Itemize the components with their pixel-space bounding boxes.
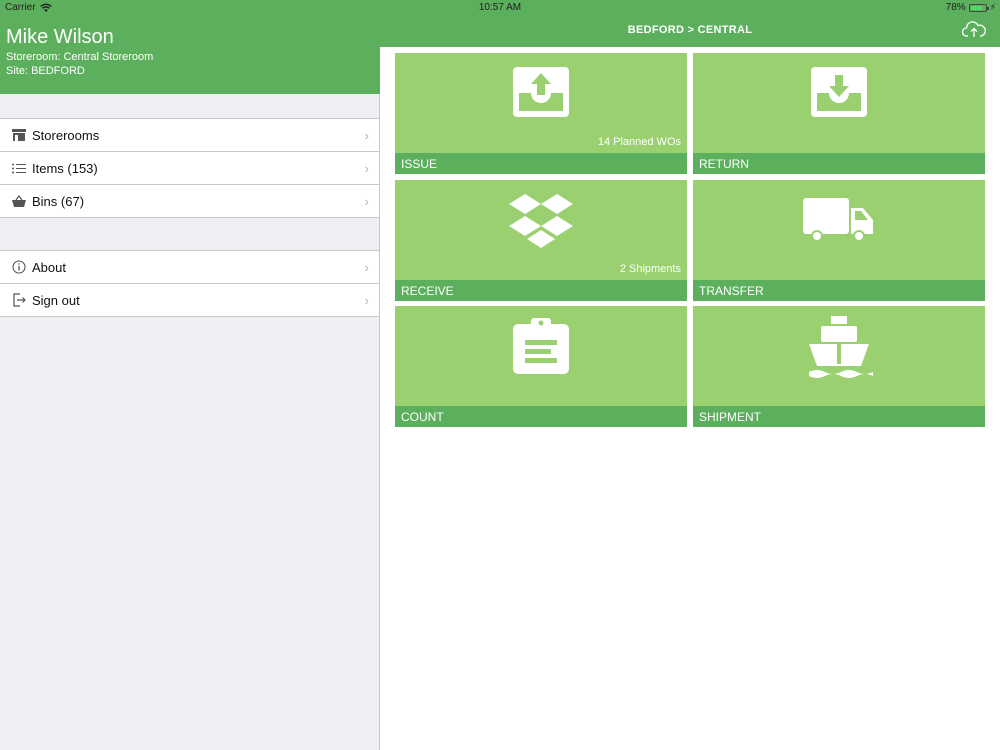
battery-icon	[968, 3, 989, 12]
tile-label: RECEIVE	[401, 284, 454, 298]
sidebar: Mike Wilson Storeroom: Central Storeroom…	[0, 0, 380, 750]
clipboard-icon	[395, 318, 687, 376]
tile-label-bar: RETURN	[693, 153, 985, 174]
user-name: Mike Wilson	[6, 26, 114, 48]
menu-item-label: Bins (67)	[32, 193, 85, 209]
page-title: BEDFORD > CENTRAL	[627, 24, 753, 36]
tile-receive[interactable]: 2 Shipments RECEIVE	[395, 180, 687, 301]
chevron-right-icon: ›	[364, 161, 369, 176]
tile-label-bar: SHIPMENT	[693, 406, 985, 427]
info-icon	[11, 259, 27, 275]
clock: 10:57 AM	[478, 2, 522, 13]
menu-item-items[interactable]: Items (153) ›	[0, 151, 379, 184]
tile-label: COUNT	[401, 410, 444, 424]
menu-item-bins[interactable]: Bins (67) ›	[0, 184, 379, 217]
return-tray-icon	[693, 65, 985, 119]
truck-icon	[693, 196, 985, 246]
tile-issue[interactable]: 14 Planned WOs ISSUE	[395, 53, 687, 174]
menu-group-account: About › Sign out ›	[0, 250, 379, 317]
battery-percent: 78%	[945, 2, 966, 13]
storeroom-icon	[11, 127, 27, 143]
storeroom-label: Storeroom: Central Storeroom	[6, 51, 154, 63]
tile-label: TRANSFER	[699, 284, 764, 298]
issue-tray-icon	[395, 65, 687, 119]
tile-transfer[interactable]: TRANSFER	[693, 180, 985, 301]
boxes-icon	[395, 192, 687, 250]
menu-item-label: Storerooms	[32, 127, 100, 143]
chevron-right-icon: ›	[364, 293, 369, 308]
cloud-upload-icon[interactable]	[961, 20, 986, 43]
tile-label-bar: ISSUE	[395, 153, 687, 174]
tile-count[interactable]: COUNT	[395, 306, 687, 427]
menu-item-label: About	[32, 259, 66, 275]
menu-item-label: Sign out	[32, 292, 80, 308]
sign-out-icon	[11, 292, 27, 308]
tile-label: ISSUE	[401, 157, 438, 171]
battery-indicator: 78% ⚡	[946, 2, 996, 13]
tile-label-bar: COUNT	[395, 406, 687, 427]
planned-wos-count: 14 Planned WOs	[597, 136, 681, 148]
chevron-right-icon: ›	[364, 194, 369, 209]
menu-item-storerooms[interactable]: Storerooms ›	[0, 119, 379, 151]
status-bar: Carrier 10:57 AM 78% ⚡	[0, 0, 1000, 15]
tile-label-bar: TRANSFER	[693, 280, 985, 301]
chevron-right-icon: ›	[364, 260, 369, 275]
ship-icon	[693, 314, 985, 382]
shipments-count: 2 Shipments	[619, 263, 681, 275]
charging-icon: ⚡	[989, 2, 996, 12]
menu-item-label: Items (153)	[32, 160, 98, 176]
menu-item-sign-out[interactable]: Sign out ›	[0, 283, 379, 316]
tile-shipment[interactable]: SHIPMENT	[693, 306, 985, 427]
list-icon	[11, 160, 27, 176]
basket-icon	[11, 193, 27, 209]
menu-group-main: Storerooms › Items (153) › Bins (67) ›	[0, 118, 379, 218]
menu-item-about[interactable]: About ›	[0, 251, 379, 283]
site-label: Site: BEDFORD	[6, 65, 85, 77]
tile-label: RETURN	[699, 157, 749, 171]
chevron-right-icon: ›	[364, 128, 369, 143]
tile-label-bar: RECEIVE	[395, 280, 687, 301]
tile-label: SHIPMENT	[699, 410, 762, 424]
tile-return[interactable]: RETURN	[693, 53, 985, 174]
